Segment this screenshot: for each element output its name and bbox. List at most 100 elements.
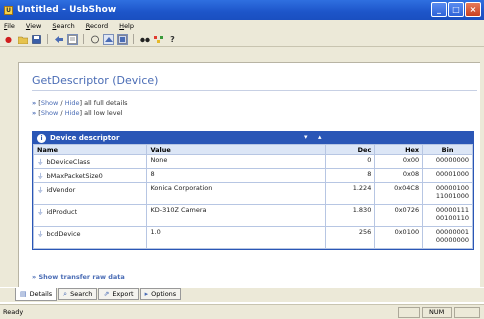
bin-byte: 00000000 — [435, 236, 469, 244]
tab-details[interactable]: ▤ Details — [15, 288, 58, 301]
row-name-text: bDeviceClass — [46, 158, 90, 166]
bin-byte: 00000100 — [435, 184, 469, 192]
row-value: KD-310Z Camera — [146, 204, 326, 227]
info-icon: i — [37, 133, 46, 143]
usb-icon: ⏚ — [37, 186, 44, 194]
row-hex: 0x08 — [374, 168, 424, 183]
usb-icon: ⏚ — [37, 158, 44, 166]
help-icon[interactable]: ? — [167, 34, 178, 45]
row-dec: 1.224 — [324, 182, 376, 205]
tab-search[interactable]: ⌕ Search — [58, 288, 98, 300]
row-value: None — [146, 154, 326, 169]
details-icon[interactable] — [67, 33, 78, 45]
maximize-button[interactable]: □ — [448, 2, 464, 17]
details-icon: ▤ — [20, 290, 27, 298]
row-hex: 0x0100 — [374, 226, 424, 249]
hide-full-link[interactable]: Hide — [65, 99, 80, 107]
tab-options[interactable]: ▸ Options — [139, 288, 182, 300]
tab-label: Details — [29, 290, 53, 298]
page-title: GetDescriptor (Device) — [32, 74, 159, 87]
row-bin: 00001000 — [422, 168, 473, 183]
capture-icon[interactable] — [103, 33, 114, 45]
show-full-link[interactable]: Show — [41, 99, 59, 107]
menu-record[interactable]: Record — [86, 22, 108, 30]
record-icon[interactable]: ● — [3, 34, 14, 45]
row-name: ⏚ idProduct — [32, 204, 148, 227]
full-details-label: all full details — [84, 99, 128, 107]
status-text: Ready — [3, 308, 24, 316]
row-name: ⏚ bMaxPacketSize0 — [32, 168, 148, 183]
usb-icon: ⏚ — [37, 172, 44, 180]
toolbar-separator — [83, 34, 84, 44]
export-icon: ⇗ — [103, 290, 110, 298]
column-header-value: Value — [146, 144, 326, 155]
filter-icon[interactable] — [89, 34, 100, 45]
find-icon[interactable] — [139, 34, 150, 45]
save-icon[interactable] — [31, 34, 42, 45]
table-row: ⏚ bcdDevice 1.0 256 0x0100 00000001 000000… — [32, 226, 473, 249]
show-raw-data-link[interactable]: » Show transfer raw data — [32, 273, 125, 281]
row-bin: 00000001 00000000 — [422, 226, 473, 249]
tab-label: Export — [112, 290, 134, 298]
menu-search[interactable]: Search — [52, 22, 74, 30]
column-header-name: Name — [32, 144, 148, 155]
tab-label: Options — [151, 290, 177, 298]
row-dec: 1.830 — [324, 204, 376, 227]
status-bar: Ready NUM — [0, 304, 484, 319]
table-row: ⏚ idProduct KD-310Z Camera 1.830 0x0726 0… — [32, 204, 473, 227]
divider — [32, 90, 477, 91]
toolbar-separator — [47, 34, 48, 44]
column-header-hex: Hex — [374, 144, 424, 155]
document-frame: GetDescriptor (Device) » [Show / Hide] a… — [0, 47, 484, 287]
row-bin: 00000100 11001000 — [422, 182, 473, 205]
row-hex: 0x0726 — [374, 204, 424, 227]
minimize-button[interactable]: _ — [431, 2, 447, 17]
collapse-icon[interactable]: ▾ ▴ — [304, 133, 325, 141]
menu-view[interactable]: View — [26, 22, 41, 30]
bin-byte: 00100110 — [435, 214, 469, 222]
tab-export[interactable]: ⇗ Export — [98, 288, 139, 300]
menu-help[interactable]: Help — [119, 22, 134, 30]
row-name: ⏚ idVendor — [32, 182, 148, 205]
device-descriptor-table: i Device descriptor ▾ ▴ Name Value Dec H… — [32, 131, 474, 250]
toolbar-separator — [133, 34, 134, 44]
row-value: 1.0 — [146, 226, 326, 249]
table-row: ⏚ bMaxPacketSize0 8 8 0x08 00001000 — [32, 168, 473, 183]
column-header-row: Name Value Dec Hex Bin — [32, 144, 473, 155]
bin-byte: 11001000 — [435, 192, 469, 200]
bullet: » — [32, 99, 37, 107]
row-dec: 8 — [324, 168, 376, 183]
open-icon[interactable] — [17, 34, 28, 45]
menu-bar: File View Search Record Help — [0, 20, 484, 32]
row-value: Konica Corporation — [146, 182, 326, 205]
row-name-text: bcdDevice — [46, 230, 81, 238]
tab-label: Search — [70, 290, 93, 298]
title-bar: U Untitled - UsbShow _ □ × — [0, 0, 484, 20]
row-name-text: idProduct — [46, 208, 78, 216]
row-name-text: bMaxPacketSize0 — [46, 172, 103, 180]
back-icon[interactable] — [53, 34, 64, 45]
window-title: Untitled - UsbShow — [17, 5, 117, 15]
num-lock-indicator: NUM — [422, 307, 452, 318]
descriptor-grid: Name Value Dec Hex Bin ⏚ bDeviceClass Non… — [32, 144, 473, 249]
hide-low-link[interactable]: Hide — [65, 109, 80, 117]
table-row: ⏚ idVendor Konica Corporation 1.224 0x04C… — [32, 182, 473, 205]
show-low-link[interactable]: Show — [41, 109, 59, 117]
tree-icon[interactable] — [153, 34, 164, 45]
low-level-label: all low level — [84, 109, 123, 117]
menu-file[interactable]: File — [4, 22, 15, 30]
row-name: ⏚ bDeviceClass — [32, 154, 148, 169]
row-name: ⏚ bcdDevice — [32, 226, 148, 249]
row-hex: 0x04C8 — [374, 182, 424, 205]
column-header-bin: Bin — [422, 144, 473, 155]
table-title: Device descriptor — [50, 134, 120, 142]
status-panel — [454, 307, 480, 318]
row-name-text: idVendor — [46, 186, 76, 194]
row-bin: 00000111 00100110 — [422, 204, 473, 227]
row-value: 8 — [146, 168, 326, 183]
bin-byte: 00000111 — [435, 206, 469, 214]
tab-bar: ▤ Details ⌕ Search ⇗ Export ▸ Options — [0, 288, 484, 302]
close-button[interactable]: × — [465, 2, 481, 17]
view-icon[interactable] — [117, 33, 128, 45]
table-header[interactable]: i Device descriptor ▾ ▴ — [33, 132, 473, 144]
